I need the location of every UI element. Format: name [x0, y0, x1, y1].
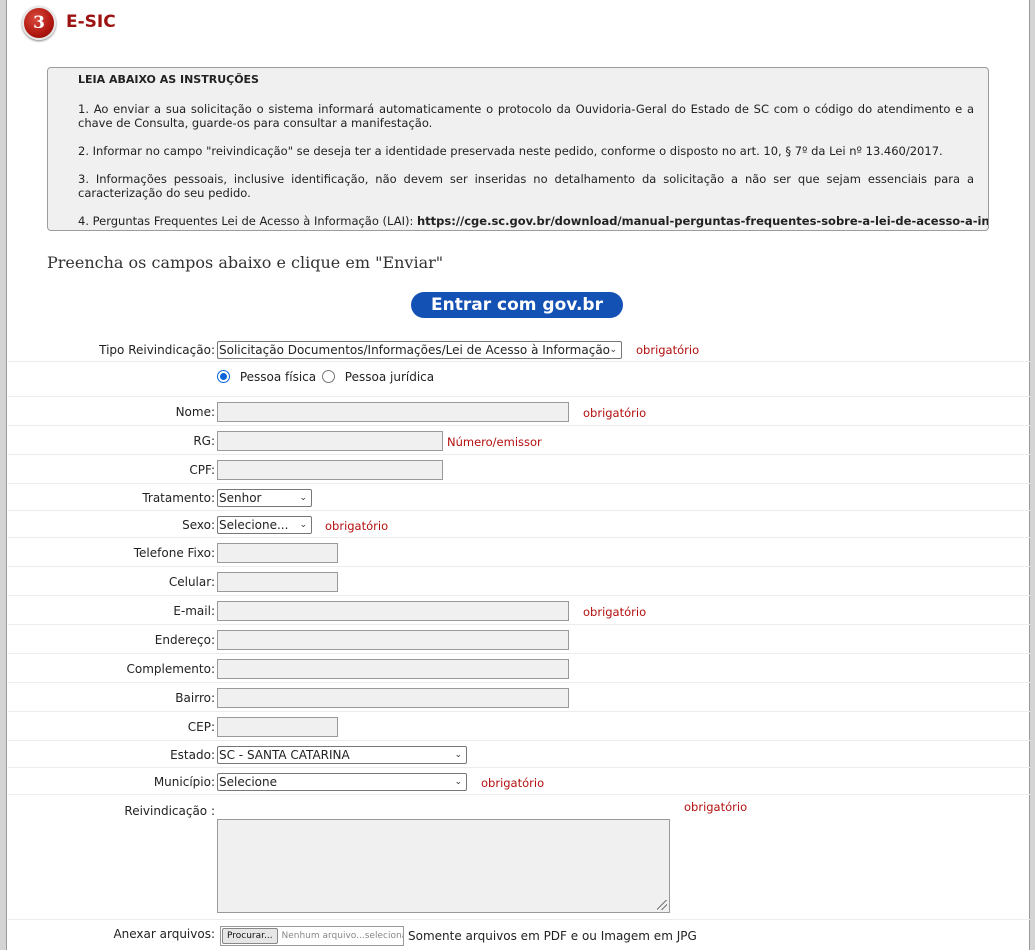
- nome-required: obrigatório: [583, 406, 647, 420]
- pessoa-fisica-label: Pessoa física: [239, 370, 317, 384]
- instruction-item: 3. Informações pessoais, inclusive ident…: [78, 172, 974, 200]
- nome-label: Nome:: [175, 405, 215, 419]
- sexo-select[interactable]: Selecione... ⌄: [217, 516, 312, 534]
- chevron-down-icon: ⌄: [299, 493, 307, 503]
- chevron-down-icon: ⌄: [454, 750, 462, 760]
- row-cep: CEP:: [8, 713, 1030, 741]
- row-municipio: Município: Selecione ⌄ obrigatório: [8, 769, 1030, 795]
- chevron-down-icon: ⌄: [609, 345, 617, 355]
- cpf-input[interactable]: [217, 460, 443, 480]
- row-rg: RG: Número/emissor: [8, 427, 1030, 455]
- endereco-input[interactable]: [217, 630, 569, 650]
- instruction-item: 1. Ao enviar a sua solicitação o sistema…: [78, 102, 974, 130]
- row-telefone: Telefone Fixo:: [8, 539, 1030, 567]
- municipio-required: obrigatório: [481, 776, 545, 790]
- row-reivindicacao: Reivindicação : obrigatório: [8, 796, 1030, 920]
- tipo-select[interactable]: Solicitação Documentos/Informações/Lei d…: [217, 341, 622, 359]
- window-right-edge: [1030, 0, 1035, 950]
- row-email: E-mail: obrigatório: [8, 597, 1030, 625]
- estado-select-value: SC - SANTA CATARINA: [219, 748, 350, 762]
- section-title: E-SIC: [66, 12, 116, 32]
- municipio-select[interactable]: Selecione ⌄: [217, 773, 467, 791]
- rg-hint: Número/emissor: [447, 435, 542, 449]
- nome-input[interactable]: [217, 402, 569, 422]
- file-type-note: Somente arquivos em PDF e ou Imagem em J…: [408, 929, 697, 943]
- cpf-label: CPF:: [189, 463, 215, 477]
- tipo-select-value: Solicitação Documentos/Informações/Lei d…: [219, 343, 611, 357]
- municipio-select-value: Selecione: [219, 775, 277, 789]
- file-status: Nenhum arquivo...selecionado.: [281, 931, 403, 941]
- telefone-label: Telefone Fixo:: [133, 546, 215, 560]
- pessoa-fisica-radio[interactable]: [217, 370, 230, 383]
- row-sexo: Sexo: Selecione... ⌄ obrigatório: [8, 512, 1030, 538]
- email-input[interactable]: [217, 601, 569, 621]
- bairro-input[interactable]: [217, 688, 569, 708]
- rg-input[interactable]: [217, 431, 443, 451]
- tratamento-select-value: Senhor: [219, 491, 262, 505]
- row-complemento: Complemento:: [8, 655, 1030, 683]
- tratamento-select[interactable]: Senhor ⌄: [217, 489, 312, 507]
- pessoa-radio-group: Pessoa física Pessoa jurídica: [217, 370, 434, 384]
- pessoa-juridica-label: Pessoa jurídica: [344, 370, 435, 384]
- instructions-title: LEIA ABAIXO AS INSTRUÇÕES: [78, 73, 259, 86]
- chevron-down-icon: ⌄: [299, 520, 307, 530]
- municipio-label: Município:: [153, 775, 215, 789]
- tipo-label: Tipo Reivindicação:: [99, 343, 215, 357]
- tipo-required: obrigatório: [636, 343, 700, 357]
- row-nome: Nome: obrigatório: [8, 398, 1030, 426]
- estado-label: Estado:: [170, 748, 215, 762]
- row-tipo: Tipo Reivindicação: Solicitação Document…: [8, 338, 1030, 362]
- pessoa-juridica-radio[interactable]: [321, 370, 335, 383]
- faq-prefix: 4. Perguntas Frequentes Lei de Acesso à …: [78, 214, 417, 228]
- instructions-box: LEIA ABAIXO AS INSTRUÇÕES 1. Ao enviar a…: [47, 67, 989, 231]
- govbr-login-button[interactable]: Entrar com gov.br: [411, 292, 623, 318]
- row-pessoa: Pessoa física Pessoa jurídica: [8, 363, 1030, 397]
- reivindicacao-required: obrigatório: [684, 800, 748, 814]
- estado-select[interactable]: SC - SANTA CATARINA ⌄: [217, 746, 467, 764]
- complemento-input[interactable]: [217, 659, 569, 679]
- sexo-label: Sexo:: [182, 518, 215, 532]
- row-endereco: Endereço:: [8, 626, 1030, 654]
- resize-grip-icon[interactable]: [657, 900, 667, 910]
- instruction-item: 2. Informar no campo "reivindicação" se …: [78, 144, 943, 158]
- row-estado: Estado: SC - SANTA CATARINA ⌄: [8, 742, 1030, 768]
- sexo-required: obrigatório: [325, 519, 389, 533]
- endereco-label: Endereço:: [154, 633, 215, 647]
- row-cpf: CPF:: [8, 456, 1030, 484]
- row-anexar: Anexar arquivos: Procurar... Nenhum arqu…: [8, 926, 1030, 950]
- chevron-down-icon: ⌄: [454, 777, 462, 787]
- celular-label: Celular:: [168, 575, 215, 589]
- telefone-input[interactable]: [217, 543, 338, 563]
- bairro-label: Bairro:: [175, 691, 215, 705]
- cep-label: CEP:: [187, 720, 215, 734]
- row-celular: Celular:: [8, 568, 1030, 596]
- celular-input[interactable]: [217, 572, 338, 592]
- email-required: obrigatório: [583, 605, 647, 619]
- browse-button[interactable]: Procurar...: [222, 928, 278, 944]
- form-heading: Preencha os campos abaixo e clique em "E…: [47, 253, 444, 272]
- sexo-select-value: Selecione...: [219, 518, 289, 532]
- cep-input[interactable]: [217, 717, 338, 737]
- tratamento-label: Tratamento:: [142, 491, 215, 505]
- row-bairro: Bairro:: [8, 684, 1030, 712]
- row-tratamento: Tratamento: Senhor ⌄: [8, 485, 1030, 511]
- step-number-badge: 3: [22, 6, 56, 40]
- faq-link[interactable]: https://cge.sc.gov.br/download/manual-pe…: [417, 214, 988, 228]
- anexar-label: Anexar arquivos:: [113, 927, 215, 941]
- rg-label: RG:: [193, 434, 215, 448]
- complemento-label: Complemento:: [126, 662, 215, 676]
- reivindicacao-textarea[interactable]: [217, 819, 670, 913]
- file-input[interactable]: Procurar... Nenhum arquivo...selecionado…: [220, 926, 404, 946]
- email-label: E-mail:: [173, 604, 215, 618]
- reivindicacao-label: Reivindicação :: [124, 804, 215, 818]
- instruction-item: 4. Perguntas Frequentes Lei de Acesso à …: [78, 214, 988, 228]
